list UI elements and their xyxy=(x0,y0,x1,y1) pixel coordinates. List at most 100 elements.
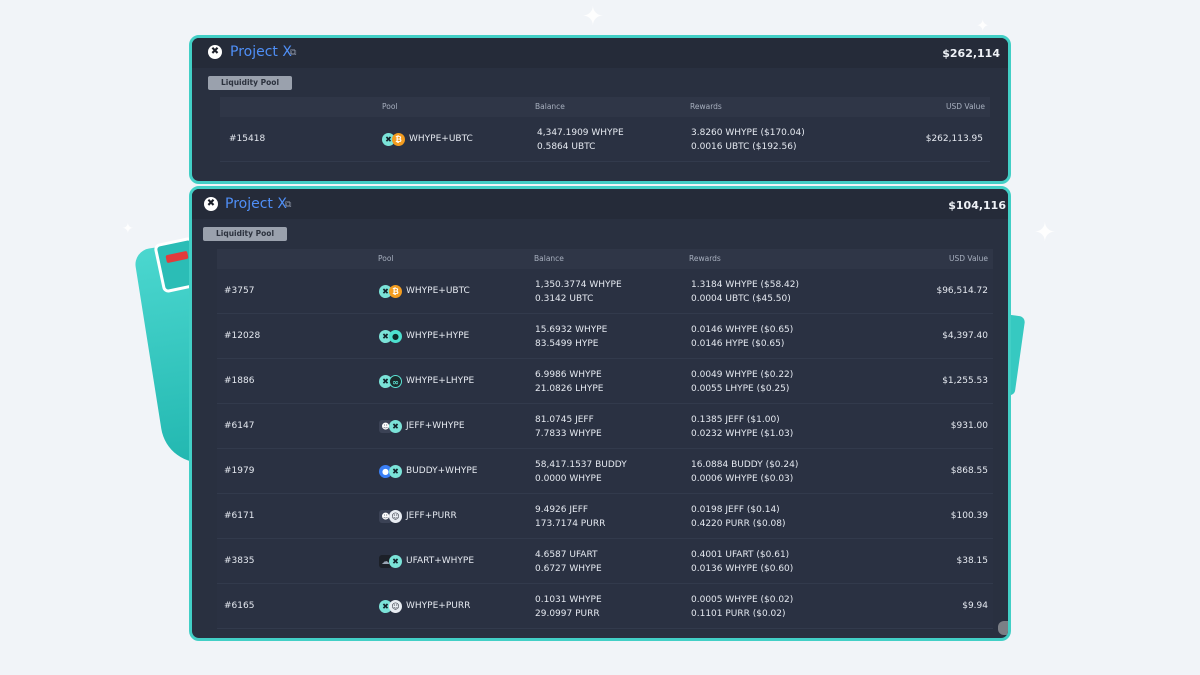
project-name-link[interactable]: Project X xyxy=(225,196,287,212)
balance-cell: 58,417.1537 BUDDY 0.0000 WHYPE xyxy=(535,458,627,486)
usd-value: $262,113.95 xyxy=(925,134,983,144)
balance-line-1: 0.1031 WHYPE xyxy=(535,595,602,605)
column-header-balance: Balance xyxy=(535,102,565,111)
rewards-cell: 0.4001 UFART ($0.61) 0.0136 WHYPE ($0.60) xyxy=(691,548,793,576)
balance-line-2: 7.7833 WHYPE xyxy=(535,429,602,439)
rewards-line-2: 0.0146 HYPE ($0.65) xyxy=(691,339,785,349)
rewards-line-2: 0.4220 PURR ($0.08) xyxy=(691,519,786,529)
whype-token-icon: ✖ xyxy=(389,420,402,433)
balance-line-2: 21.0826 LHYPE xyxy=(535,384,604,394)
pool-token-icons: ● ✖ xyxy=(379,465,403,478)
balance-cell: 4.6587 UFART 0.6727 WHYPE xyxy=(535,548,602,576)
rewards-line-2: 0.0004 UBTC ($45.50) xyxy=(691,294,791,304)
portfolio-card-2: ✖ Project X ⧉ $104,116 Liquidity Pool Po… xyxy=(189,186,1011,641)
table-header: Pool Balance Rewards USD Value xyxy=(220,97,990,117)
lhype-token-icon: ∞ xyxy=(389,375,402,388)
pool-name: JEFF+PURR xyxy=(406,511,457,521)
hype-token-icon: ● xyxy=(389,330,402,343)
column-header-balance: Balance xyxy=(534,254,564,263)
balance-line-2: 0.5864 UBTC xyxy=(537,142,596,152)
column-header-rewards: Rewards xyxy=(690,102,722,111)
scrollbar-handle[interactable] xyxy=(998,621,1008,635)
rewards-line-2: 0.0232 WHYPE ($1.03) xyxy=(691,429,794,439)
sparkle-icon: ✦ xyxy=(582,2,604,32)
rewards-line-1: 0.0146 WHYPE ($0.65) xyxy=(691,325,794,335)
sparkle-icon: ✦ xyxy=(1034,218,1056,248)
balance-line-2: 173.7174 PURR xyxy=(535,519,606,529)
pool-name: JEFF+WHYPE xyxy=(406,421,465,431)
pool-token-icons: ☻ ☺ xyxy=(379,510,403,523)
usd-value: $96,514.72 xyxy=(936,286,988,296)
position-id: #6165 xyxy=(224,601,255,611)
pool-token-icons: ✖ ∞ xyxy=(379,375,403,388)
card-header: ✖ Project X ⧉ $104,116 xyxy=(192,189,1008,219)
project-icon: ✖ xyxy=(204,197,218,211)
balance-line-1: 4,347.1909 WHYPE xyxy=(537,128,624,138)
balance-line-1: 1,350.3774 WHYPE xyxy=(535,280,622,290)
table-row[interactable]: #3835 ☁ ✖ UFART+WHYPE 4.6587 UFART 0.6727 WHY… xyxy=(217,539,993,584)
usd-value: $100.39 xyxy=(950,511,988,521)
column-header-usd-value: USD Value xyxy=(948,254,988,263)
whype-token-icon: ✖ xyxy=(389,555,402,568)
position-id: #6171 xyxy=(224,511,255,521)
purr-token-icon: ☺ xyxy=(389,510,402,523)
project-name-link[interactable]: Project X xyxy=(230,44,292,60)
balance-line-1: 15.6932 WHYPE xyxy=(535,325,608,335)
rewards-line-1: 16.0884 BUDDY ($0.24) xyxy=(691,460,799,470)
pool-token-icons: ☻ ✖ xyxy=(379,420,403,433)
balance-line-2: 0.0000 WHYPE xyxy=(535,474,602,484)
table-row[interactable]: #3757 ✖ ₿ WHYPE+UBTC 1,350.3774 WHYPE 0.3142 … xyxy=(217,269,993,314)
card-total-value: $262,114 xyxy=(942,47,1000,60)
card-total-value: $104,116 xyxy=(948,199,1006,212)
table-row[interactable]: #15418 ✖ ₿ WHYPE+UBTC 4,347.1909 WHYPE 0… xyxy=(220,117,990,162)
rewards-line-1: 1.3184 WHYPE ($58.42) xyxy=(691,280,800,290)
pool-name: WHYPE+HYPE xyxy=(406,331,470,341)
rewards-line-2: 0.1101 PURR ($0.02) xyxy=(691,609,786,619)
table-row[interactable]: #6171 ☻ ☺ JEFF+PURR 9.4926 JEFF 173.7174 PURR… xyxy=(217,494,993,539)
column-header-pool: Pool xyxy=(378,254,394,263)
balance-line-1: 58,417.1537 BUDDY xyxy=(535,460,627,470)
rewards-line-1: 0.0198 JEFF ($0.14) xyxy=(691,505,780,515)
external-link-icon[interactable]: ⧉ xyxy=(290,48,296,58)
pool-token-icons: ✖ ₿ xyxy=(379,285,403,298)
rewards-cell: 0.0005 WHYPE ($0.02) 0.1101 PURR ($0.02) xyxy=(691,593,793,621)
balance-cell: 0.1031 WHYPE 29.0997 PURR xyxy=(535,593,602,621)
rewards-line-2: 0.0006 WHYPE ($0.03) xyxy=(691,474,794,484)
external-link-icon[interactable]: ⧉ xyxy=(285,200,291,210)
pool-token-icons: ✖ ☺ xyxy=(379,600,403,613)
table-header: Pool Balance Rewards USD Value xyxy=(217,249,993,269)
balance-cell: 81.0745 JEFF 7.7833 WHYPE xyxy=(535,413,602,441)
rewards-line-1: 0.1385 JEFF ($1.00) xyxy=(691,415,780,425)
column-header-pool: Pool xyxy=(382,102,398,111)
rewards-cell: 0.0198 JEFF ($0.14) 0.4220 PURR ($0.08) xyxy=(691,503,786,531)
table-row[interactable]: #12028 ✖ ● WHYPE+HYPE 15.6932 WHYPE 83.5499 H… xyxy=(217,314,993,359)
balance-cell: 6.9986 WHYPE 21.0826 LHYPE xyxy=(535,368,603,396)
usd-value: $9.94 xyxy=(962,601,988,611)
pool-name: UFART+WHYPE xyxy=(406,556,475,566)
table-row[interactable]: #6165 ✖ ☺ WHYPE+PURR 0.1031 WHYPE 29.0997 PUR… xyxy=(217,584,993,629)
pool-token-icons: ✖ ● xyxy=(379,330,403,343)
whype-token-icon: ✖ xyxy=(389,465,402,478)
table-row[interactable]: #6147 ☻ ✖ JEFF+WHYPE 81.0745 JEFF 7.7833 WHYP… xyxy=(217,404,993,449)
ubtc-token-icon: ₿ xyxy=(389,285,402,298)
rewards-line-1: 0.0005 WHYPE ($0.02) xyxy=(691,595,794,605)
portfolio-card-1: ✖ Project X ⧉ $262,114 Liquidity Pool Po… xyxy=(189,35,1011,184)
usd-value: $1,255.53 xyxy=(942,376,988,386)
table-row[interactable]: #1886 ✖ ∞ WHYPE+LHYPE 6.9986 WHYPE 21.0826 LH… xyxy=(217,359,993,404)
table-row[interactable]: #1979 ● ✖ BUDDY+WHYPE 58,417.1537 BUDDY 0.000… xyxy=(217,449,993,494)
rewards-cell: 1.3184 WHYPE ($58.42) 0.0004 UBTC ($45.50… xyxy=(691,278,799,306)
project-icon: ✖ xyxy=(208,45,222,59)
balance-line-1: 6.9986 WHYPE xyxy=(535,370,602,380)
pool-name: BUDDY+WHYPE xyxy=(406,466,478,476)
balance-line-1: 9.4926 JEFF xyxy=(535,505,589,515)
rewards-line-1: 0.0049 WHYPE ($0.22) xyxy=(691,370,794,380)
rewards-cell: 0.0146 WHYPE ($0.65) 0.0146 HYPE ($0.65) xyxy=(691,323,793,351)
position-id: #12028 xyxy=(224,331,261,341)
usd-value: $38.15 xyxy=(956,556,989,566)
pool-name: WHYPE+PURR xyxy=(406,601,471,611)
pool-name: WHYPE+UBTC xyxy=(409,134,473,144)
rewards-line-1: 0.4001 UFART ($0.61) xyxy=(691,550,790,560)
balance-line-1: 4.6587 UFART xyxy=(535,550,598,560)
sparkle-icon: ✦ xyxy=(122,221,134,237)
rewards-cell: 3.8260 WHYPE ($170.04) 0.0016 UBTC ($192… xyxy=(691,126,805,154)
